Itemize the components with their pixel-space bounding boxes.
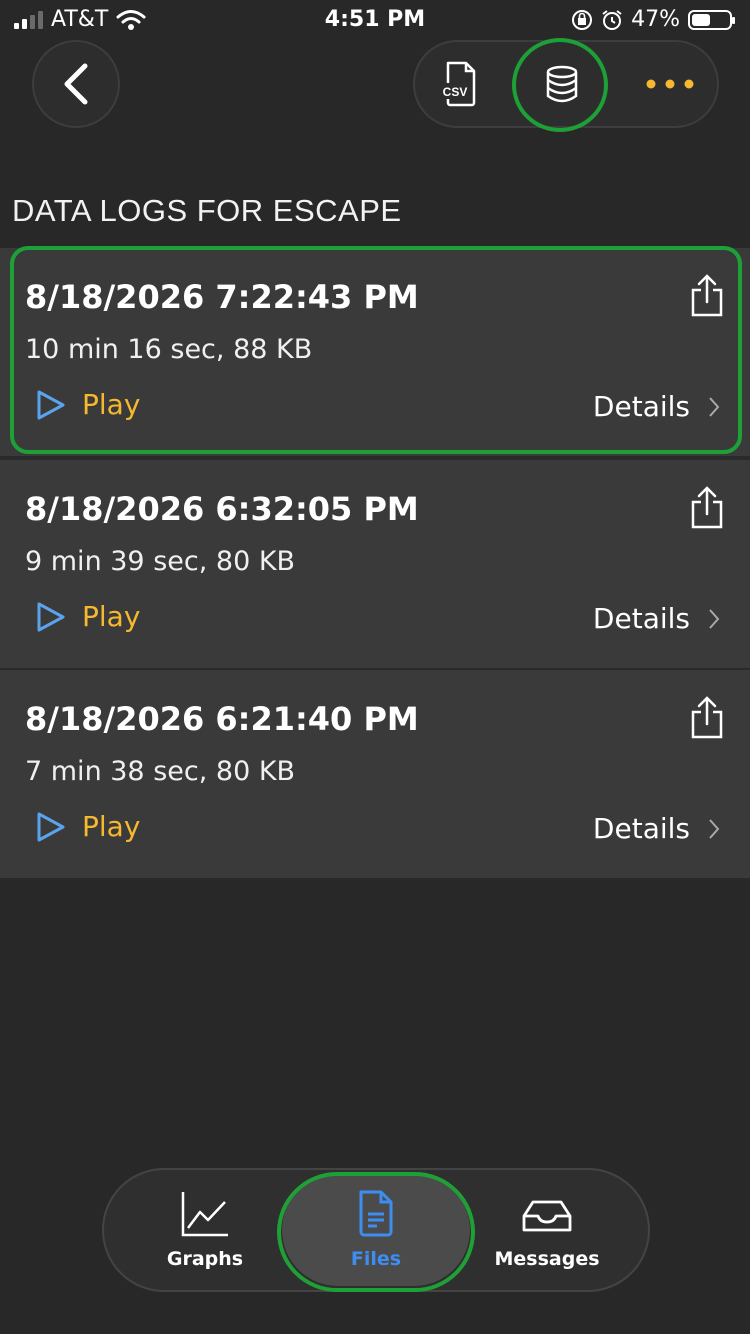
tab-messages-label: Messages [494,1248,600,1270]
chevron-left-icon [64,63,88,105]
details-button[interactable]: Details [593,812,720,845]
inbox-icon [522,1200,572,1232]
log-meta: 7 min 38 sec, 80 KB [25,756,296,787]
status-right-group: 47% [571,7,735,32]
log-item[interactable]: 8/18/2026 7:22:43 PM 10 min 16 sec, 88 K… [0,246,750,458]
csv-export-button[interactable]: CSV [415,42,505,126]
log-item[interactable]: 8/18/2026 6:32:05 PM 9 min 39 sec, 80 KB… [0,458,750,670]
section-title: DATA LOGS FOR ESCAPE [12,193,402,228]
share-icon[interactable] [690,696,724,740]
status-bar: AT&T 4:51 PM 47% [0,0,750,40]
back-button[interactable] [32,40,120,128]
log-meta: 10 min 16 sec, 88 KB [25,334,313,365]
play-icon [37,602,65,631]
play-icon [37,390,65,419]
log-item[interactable]: 8/18/2026 6:21:40 PM 7 min 38 sec, 80 KB… [0,670,750,880]
tab-files-label: Files [350,1248,402,1270]
details-label: Details [592,390,690,423]
play-icon [37,812,65,841]
play-button[interactable]: Play [36,600,140,633]
details-label: Details [592,812,690,845]
tab-graphs-label: Graphs [166,1248,244,1270]
database-button[interactable] [517,42,607,126]
top-toolbar: CSV [413,40,719,128]
csv-label: CSV [443,85,468,99]
tab-files[interactable]: Files [311,1190,441,1270]
tab-graphs[interactable]: Graphs [140,1190,270,1270]
details-button[interactable]: Details [593,390,720,423]
alarm-icon [602,9,622,30]
play-button[interactable]: Play [36,388,140,421]
details-button[interactable]: Details [593,602,720,635]
log-date: 8/18/2026 7:22:43 PM [25,278,419,316]
play-label: Play [82,600,141,633]
more-options-button[interactable] [625,42,715,126]
tab-messages[interactable]: Messages [482,1190,612,1270]
chevron-right-icon [709,608,720,629]
csv-file-icon: CSV [440,61,476,107]
orientation-lock-icon [572,9,593,30]
share-icon[interactable] [690,486,724,530]
play-button[interactable]: Play [36,810,140,843]
chevron-right-icon [709,818,720,839]
battery-percent: 47% [631,7,680,32]
details-label: Details [592,602,690,635]
play-label: Play [82,388,141,421]
database-icon [546,65,578,103]
file-icon [359,1190,393,1237]
graph-icon [181,1192,228,1237]
battery-icon [688,9,735,30]
log-list: 8/18/2026 7:22:43 PM 10 min 16 sec, 88 K… [0,246,750,880]
more-dots-icon [646,79,694,89]
share-icon[interactable] [690,274,724,318]
log-date: 8/18/2026 6:21:40 PM [25,700,419,738]
log-date: 8/18/2026 6:32:05 PM [25,490,419,528]
play-label: Play [82,810,141,843]
chevron-right-icon [709,396,720,417]
log-meta: 9 min 39 sec, 80 KB [25,546,296,577]
